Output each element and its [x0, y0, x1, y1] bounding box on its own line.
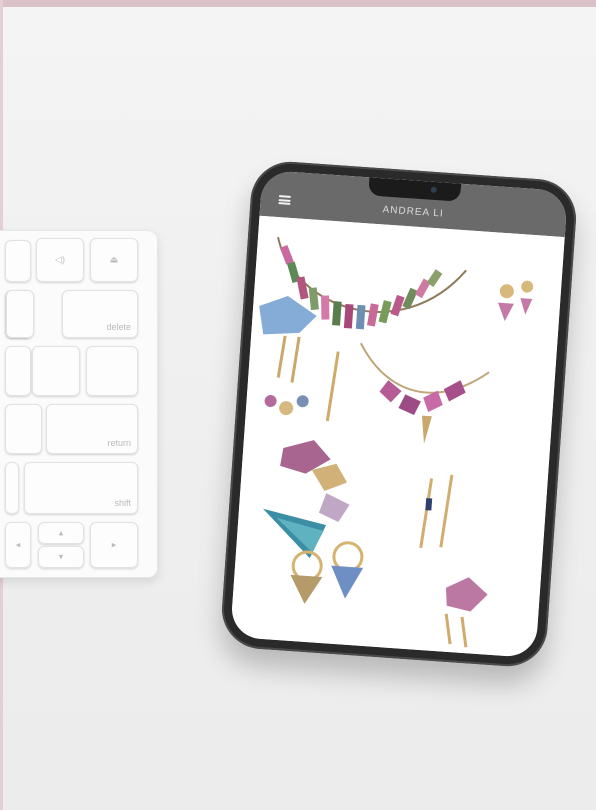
key-label: delete — [106, 322, 131, 332]
keyboard: ◁) ⏏ delete return shift ◂ ▴ ▾ ▸ — [0, 230, 158, 578]
top-accent-bar — [0, 0, 596, 7]
key-return[interactable]: return — [46, 404, 138, 454]
key-label: shift — [114, 498, 131, 508]
key-shift[interactable]: shift — [24, 462, 138, 514]
key-right-arrow[interactable]: ▸ — [90, 522, 138, 568]
jewelry-gallery — [230, 215, 565, 659]
blue-glass-pendant[interactable] — [257, 294, 318, 338]
phone-mockup: ANDREA LI — [219, 159, 579, 669]
up-arrow-icon: ▴ — [58, 527, 64, 538]
camera-icon — [430, 186, 437, 194]
key-brace[interactable] — [32, 346, 80, 396]
cluster-earrings[interactable] — [264, 393, 309, 417]
hoop-earrings[interactable] — [289, 539, 365, 608]
pink-statement-necklace[interactable] — [354, 342, 490, 448]
key-plus[interactable] — [6, 290, 34, 338]
key-down-arrow[interactable]: ▾ — [38, 546, 84, 568]
phone-screen: ANDREA LI — [230, 169, 568, 659]
key-delete[interactable]: delete — [62, 290, 138, 338]
bottom-right-cluster[interactable] — [442, 576, 489, 649]
speaker-icon: ◁) — [55, 254, 65, 265]
key-label: return — [107, 438, 131, 448]
key-eject[interactable]: ⏏ — [90, 238, 138, 282]
left-arrow-icon: ◂ — [15, 539, 21, 550]
key[interactable] — [5, 240, 31, 282]
key-volume[interactable]: ◁) — [36, 238, 84, 282]
bar-earrings[interactable] — [419, 473, 454, 550]
key[interactable] — [5, 346, 31, 396]
key-quote[interactable] — [5, 404, 42, 454]
earrings-product[interactable] — [497, 279, 534, 323]
jewelry-collage — [257, 236, 534, 649]
key[interactable] — [5, 462, 19, 514]
key-left-arrow[interactable]: ◂ — [5, 522, 31, 568]
key-up-arrow[interactable]: ▴ — [38, 522, 84, 544]
pendant-cluster[interactable] — [276, 438, 353, 523]
down-arrow-icon: ▾ — [58, 551, 64, 562]
teal-brooch[interactable] — [260, 508, 327, 559]
right-arrow-icon: ▸ — [111, 539, 117, 550]
eject-icon: ⏏ — [109, 254, 119, 265]
key-backslash[interactable] — [86, 346, 138, 396]
